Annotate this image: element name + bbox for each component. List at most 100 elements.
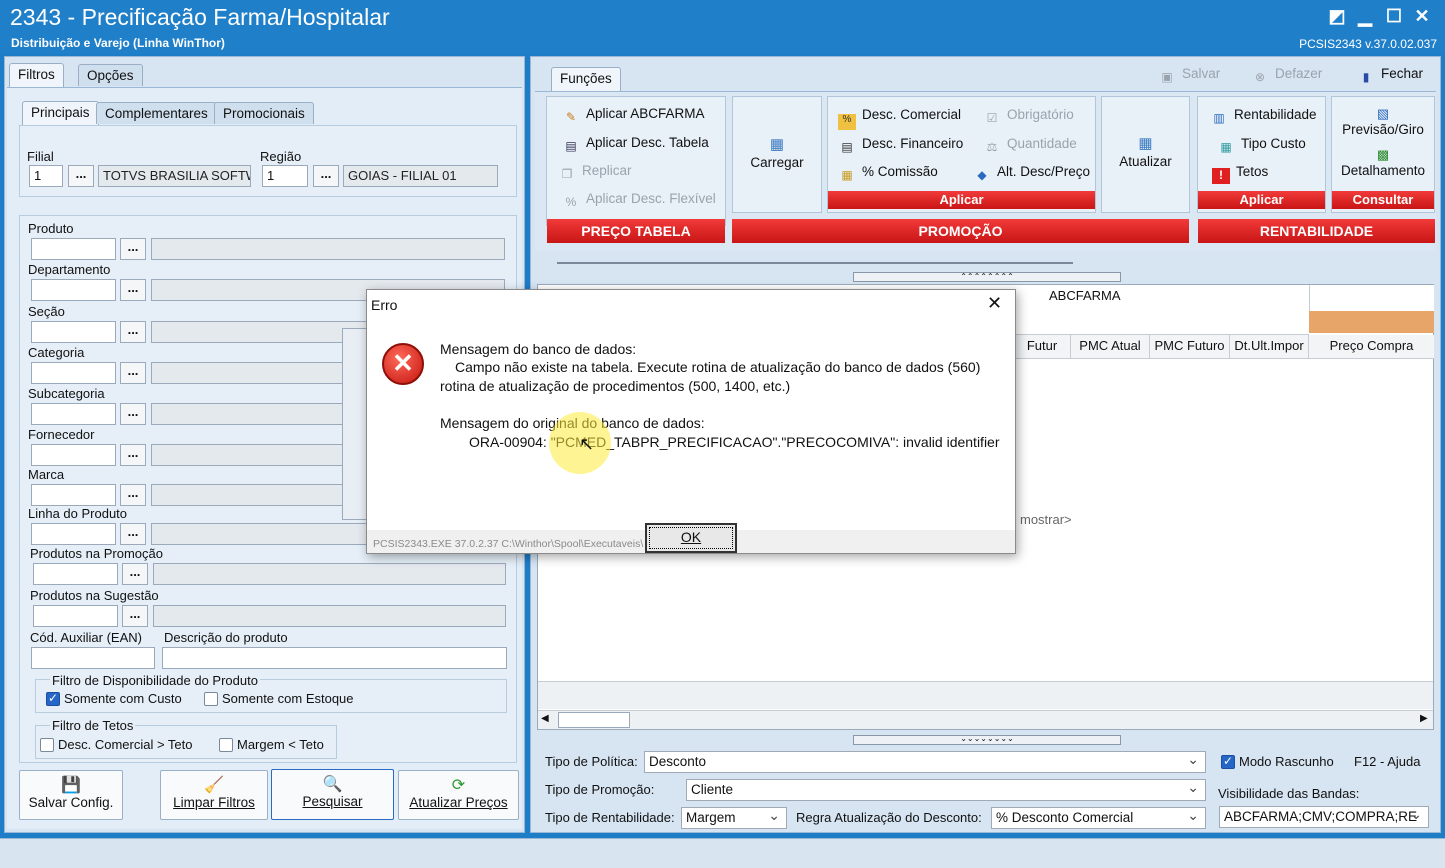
produtos-sugestao-search-button[interactable]: ... xyxy=(122,605,148,627)
pesquisar-button[interactable]: 🔍 Pesquisar xyxy=(271,769,394,820)
produto-input[interactable] xyxy=(31,238,116,260)
modo-rascunho-checkbox[interactable] xyxy=(1221,754,1235,769)
secao-input[interactable] xyxy=(31,321,116,343)
scale-icon: ⚖ xyxy=(986,140,998,154)
somente-custo-checkbox[interactable] xyxy=(46,691,60,706)
secao-search-button[interactable]: ... xyxy=(120,321,146,343)
tetos-button[interactable]: ! Tetos xyxy=(1212,164,1268,184)
col-futur[interactable]: Futur xyxy=(1014,335,1071,359)
scroll-left-icon[interactable]: ◀ xyxy=(541,713,549,724)
horizontal-scrollbar[interactable]: ◀ ▶ xyxy=(538,710,1433,729)
marca-search-button[interactable]: ... xyxy=(120,484,146,506)
rentabilidade-button[interactable]: ▥ Rentabilidade xyxy=(1210,107,1316,127)
tab-opcoes[interactable]: Opções xyxy=(78,64,143,86)
ok-button[interactable]: OK xyxy=(645,523,737,553)
somente-estoque-checkbox[interactable] xyxy=(204,692,218,706)
cod-auxiliar-input[interactable] xyxy=(31,647,155,669)
restore-icon[interactable]: ◩ xyxy=(1324,5,1350,27)
descricao-produto-input[interactable] xyxy=(162,647,507,669)
minimize-icon[interactable]: ▁ xyxy=(1352,5,1378,27)
tab-principais[interactable]: Principais xyxy=(22,101,99,125)
col-pmc-futuro[interactable]: PMC Futuro xyxy=(1150,335,1230,359)
desc-comercial-teto-label: Desc. Comercial > Teto xyxy=(58,737,193,752)
produtos-promocao-search-button[interactable]: ... xyxy=(122,563,148,585)
linha-produto-search-button[interactable]: ... xyxy=(120,523,146,545)
tipo-politica-select[interactable]: Desconto xyxy=(644,751,1206,773)
dialog-line-3: rotina de atualização de procedimentos (… xyxy=(440,378,791,394)
desc-comercial-teto-checkbox[interactable] xyxy=(40,738,54,752)
linha-produto-input[interactable] xyxy=(31,523,116,545)
col-preco-compra[interactable]: Preço Compra xyxy=(1309,335,1434,359)
consultar-label: Consultar xyxy=(1332,191,1434,209)
aplicar-abcfarma-button[interactable]: ✎ Aplicar ABCFARMA xyxy=(562,106,705,126)
alt-desc-preco-button[interactable]: ◆ Alt. Desc/Preço xyxy=(973,164,1090,184)
filial-search-button[interactable]: ... xyxy=(68,165,94,187)
tab-filtros[interactable]: Filtros xyxy=(9,63,64,87)
produtos-sugestao-input[interactable] xyxy=(33,605,118,627)
broom-icon: 🧹 xyxy=(204,777,224,794)
margem-teto-checkbox[interactable] xyxy=(219,738,233,752)
descricao-produto-label: Descrição do produto xyxy=(164,630,288,645)
splitter-top[interactable]: ⌃⌃⌃⌃⌃⌃⌃⌃ xyxy=(853,272,1121,282)
desc-comercial-button[interactable]: % Desc. Comercial xyxy=(838,107,961,130)
desfazer-button[interactable]: ⊗ Defazer xyxy=(1251,66,1322,86)
tipo-promocao-select[interactable]: Cliente xyxy=(686,779,1206,801)
fornecedor-input[interactable] xyxy=(31,444,116,466)
close-icon[interactable]: ✕ xyxy=(1409,5,1435,27)
floppy-icon: 💾 xyxy=(61,777,81,794)
atualizar-button[interactable]: ▦ Atualizar xyxy=(1101,134,1190,169)
subcategoria-search-button[interactable]: ... xyxy=(120,403,146,425)
quantidade-button[interactable]: ⚖ Quantidade xyxy=(983,136,1077,156)
filial-label: Filial xyxy=(27,149,54,164)
replicar-button[interactable]: ❐ Replicar xyxy=(558,163,632,183)
detalhamento-button[interactable]: ▩ Detalhamento xyxy=(1331,147,1435,178)
regra-atualizacao-select[interactable]: % Desconto Comercial xyxy=(991,807,1206,829)
col-dt-ult-impor[interactable]: Dt.Ult.Impor xyxy=(1230,335,1309,359)
regiao-search-button[interactable]: ... xyxy=(313,165,339,187)
tipo-rentabilidade-select[interactable]: Margem xyxy=(681,807,787,829)
categoria-search-button[interactable]: ... xyxy=(120,362,146,384)
ajuda-label: F12 - Ajuda xyxy=(1354,754,1421,769)
tab-funcoes[interactable]: Funções xyxy=(551,67,621,91)
details-icon: ▩ xyxy=(1376,147,1390,162)
status-bar xyxy=(0,838,1445,868)
atualizar-precos-button[interactable]: ⟳ Atualizar Preços xyxy=(398,770,519,820)
visibilidade-select[interactable]: ABCFARMA;CMV;COMPRA;RE xyxy=(1219,806,1429,828)
dialog-close-icon[interactable]: ✕ xyxy=(987,293,1002,314)
splitter-bottom[interactable]: ⌄⌄⌄⌄⌄⌄⌄⌄ xyxy=(853,735,1121,745)
aplicar-desc-flexivel-button[interactable]: % Aplicar Desc. Flexível xyxy=(562,191,716,211)
promocao-aplicar-label: Aplicar xyxy=(828,191,1095,209)
band-empty xyxy=(1309,285,1434,311)
salvar-config-button[interactable]: 💾 Salvar Config. xyxy=(19,770,123,820)
fechar-button[interactable]: ▮ Fechar xyxy=(1357,66,1423,86)
rentabilidade-aplicar-label: Aplicar xyxy=(1198,191,1325,209)
categoria-input[interactable] xyxy=(31,362,116,384)
previsao-giro-button[interactable]: ▧ Previsão/Giro xyxy=(1331,106,1435,137)
comissao-button[interactable]: ▦% Comissão xyxy=(838,164,937,184)
aplicar-desc-tabela-button[interactable]: ▤ Aplicar Desc. Tabela xyxy=(562,135,708,155)
carregar-button[interactable]: ▦ Carregar xyxy=(732,135,822,170)
salvar-button[interactable]: ▣ Salvar xyxy=(1158,66,1220,86)
tab-complementares[interactable]: Complementares xyxy=(96,102,217,124)
col-pmc-atual[interactable]: PMC Atual xyxy=(1071,335,1150,359)
produto-search-button[interactable]: ... xyxy=(120,238,146,260)
limpar-filtros-button[interactable]: 🧹 Limpar Filtros xyxy=(160,770,268,820)
regiao-code-input[interactable]: 1 xyxy=(262,165,308,187)
produto-desc-field xyxy=(151,238,505,260)
tetos-title: Filtro de Tetos xyxy=(50,718,136,733)
maximize-icon[interactable]: ☐ xyxy=(1381,5,1407,27)
scroll-right-icon[interactable]: ▶ xyxy=(1420,713,1428,724)
fornecedor-search-button[interactable]: ... xyxy=(120,444,146,466)
filial-code-input[interactable]: 1 xyxy=(29,165,63,187)
subcategoria-input[interactable] xyxy=(31,403,116,425)
tipo-custo-button[interactable]: ▦ Tipo Custo xyxy=(1217,136,1305,156)
obrigatorio-button[interactable]: ☑ Obrigatório xyxy=(983,107,1074,127)
departamento-search-button[interactable]: ... xyxy=(120,279,146,301)
produtos-promocao-input[interactable] xyxy=(33,563,118,585)
tab-promocionais[interactable]: Promocionais xyxy=(214,102,314,124)
departamento-input[interactable] xyxy=(31,279,116,301)
scrollbar-thumb[interactable] xyxy=(558,712,630,728)
marca-input[interactable] xyxy=(31,484,116,506)
desc-financeiro-button[interactable]: ▤ Desc. Financeiro xyxy=(838,136,963,156)
dialog-title: Erro xyxy=(371,297,398,313)
